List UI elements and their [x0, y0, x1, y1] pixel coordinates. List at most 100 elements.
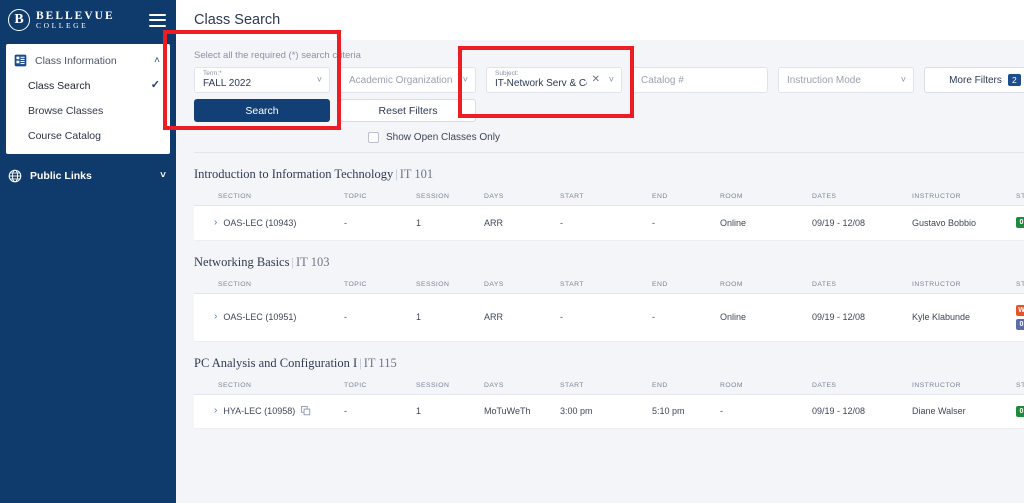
duplicate-meeting-icon[interactable]: [301, 406, 311, 416]
brand-text: BELLEVUE COLLEGE: [36, 10, 115, 30]
cell-room: -: [720, 394, 812, 429]
cell-end: -: [652, 293, 720, 342]
table-header-row: SECTION TOPIC SESSION DAYS START END ROO…: [194, 184, 1024, 206]
sidebar-group-label: Class Information: [35, 54, 117, 67]
course-code: IT 115: [363, 355, 397, 370]
col-dates: DATES: [812, 184, 912, 206]
main-area: Class Search Select all the required (*)…: [176, 0, 1024, 503]
show-open-classes-label[interactable]: Show Open Classes Only: [386, 132, 500, 143]
col-dates: DATES: [812, 372, 912, 395]
cell-start: 3:00 pm: [560, 394, 652, 429]
term-value: FALL 2022: [203, 78, 252, 90]
more-filters-button[interactable]: More Filters 2: [924, 67, 1024, 93]
cell-start: -: [560, 293, 652, 342]
academic-organization-select[interactable]: Academic Organization ˅: [340, 67, 476, 93]
sidebar-public-links-label: Public Links: [30, 170, 92, 182]
cell-days: ARR: [484, 205, 560, 241]
table-header-row: SECTION TOPIC SESSION DAYS START END ROO…: [194, 271, 1024, 294]
bellevue-college-logo: B: [8, 9, 30, 31]
sidebar-item-browse-classes[interactable]: Browse Classes: [6, 98, 170, 123]
col-session: SESSION: [416, 372, 484, 395]
table-row[interactable]: › HYA-LEC (10958) - 1 MoTuWeTh 3:00 pm 5…: [194, 394, 1024, 429]
reset-filters-button[interactable]: Reset Filters: [340, 99, 476, 122]
cell-instructor: Diane Walser: [912, 394, 1016, 429]
search-button[interactable]: Search: [194, 99, 330, 122]
more-filters-count-badge: 2: [1007, 73, 1021, 87]
chevron-down-icon: ˅: [608, 74, 614, 85]
criteria-note: Select all the required (*) search crite…: [194, 50, 361, 61]
academic-organization-placeholder: Academic Organization: [349, 74, 453, 86]
clear-subject-icon[interactable]: ✕: [592, 75, 600, 85]
col-topic: TOPIC: [344, 271, 416, 294]
sidebar-item-class-search[interactable]: Class Search ✓: [6, 73, 170, 98]
table-row[interactable]: › OAS-LEC (10951) - 1 ARR - - Online 09/…: [194, 293, 1024, 342]
col-section: SECTION: [194, 372, 344, 395]
sidebar-item-course-catalog[interactable]: Course Catalog: [6, 123, 170, 148]
instruction-mode-select[interactable]: Instruction Mode ˅: [778, 67, 914, 93]
col-section: SECTION: [194, 271, 344, 294]
sections-table: SECTION TOPIC SESSION DAYS START END ROO…: [194, 271, 1024, 342]
subject-select[interactable]: Subject: IT-Network Serv & Co... ✕ ˅: [486, 67, 622, 93]
action-row: Search Reset Filters: [176, 93, 1024, 122]
col-days: DAYS: [484, 184, 560, 206]
sidebar-item-public-links[interactable]: Public Links ˅: [0, 162, 176, 190]
cell-topic: -: [344, 394, 416, 429]
col-instructor: INSTRUCTOR: [912, 184, 1016, 206]
col-status: STATUS: [1016, 372, 1024, 395]
cell-start: -: [560, 205, 652, 241]
subject-label: Subject:: [495, 69, 519, 77]
cell-topic: -: [344, 293, 416, 342]
instruction-mode-placeholder: Instruction Mode: [787, 74, 861, 86]
col-start: START: [560, 271, 652, 294]
col-session: SESSION: [416, 271, 484, 294]
term-select[interactable]: Term:* FALL 2022 ˅: [194, 67, 330, 93]
cell-session: 1: [416, 293, 484, 342]
cell-session: 1: [416, 205, 484, 241]
hamburger-icon[interactable]: [149, 13, 166, 27]
check-icon: ✓: [150, 79, 160, 91]
expand-row-icon[interactable]: ›: [214, 312, 217, 322]
show-open-classes-checkbox[interactable]: [368, 132, 379, 143]
cell-dates: 09/19 - 12/08: [812, 394, 912, 429]
term-label: Term:*: [203, 69, 222, 77]
section-label: OAS-LEC (10951): [223, 312, 297, 322]
content-area: Select all the required (*) search crite…: [176, 40, 1024, 503]
col-section: SECTION: [194, 184, 344, 206]
course-block: Networking Basics | IT 103 SECTION TOPIC S…: [176, 241, 1024, 342]
cell-days: MoTuWeTh: [484, 394, 560, 429]
col-end: END: [652, 184, 720, 206]
col-status: STATUS: [1016, 184, 1024, 206]
col-dates: DATES: [812, 271, 912, 294]
course-title: Networking Basics | IT 103: [194, 255, 1024, 270]
results-list: Introduction to Information Technology | I…: [176, 153, 1024, 429]
cell-room: Online: [720, 205, 812, 241]
col-instructor: INSTRUCTOR: [912, 372, 1016, 395]
chevron-down-icon: ˅: [900, 74, 906, 85]
sidebar-brand-row: B BELLEVUE COLLEGE: [0, 0, 176, 40]
col-room: ROOM: [720, 271, 812, 294]
chevron-up-icon: ˄: [154, 54, 160, 66]
cell-instructor: Kyle Klabunde: [912, 293, 1016, 342]
table-row[interactable]: › OAS-LEC (10943) - 1 ARR - - Online 09/…: [194, 205, 1024, 241]
status-badge: 0: [1016, 217, 1024, 229]
page-title: Class Search: [194, 12, 281, 28]
chevron-down-icon: ˅: [462, 74, 468, 85]
cell-section: › OAS-LEC (10943): [194, 205, 344, 241]
course-name: Introduction to Information Technology: [194, 167, 394, 181]
course-name: PC Analysis and Configuration I: [194, 355, 358, 370]
cell-instructor: Gustavo Bobbio: [912, 205, 1016, 241]
course-title: PC Analysis and Configuration I | IT 115: [194, 356, 1024, 371]
sidebar-item-label: Browse Classes: [28, 104, 104, 117]
expand-row-icon[interactable]: ›: [214, 217, 217, 228]
more-filters-label: More Filters: [949, 74, 1002, 86]
sections-table: SECTION TOPIC SESSION DAYS START END ROO…: [194, 372, 1024, 430]
cell-status: W 5/5 0 0/30: [1016, 293, 1024, 342]
table-header-row: SECTION TOPIC SESSION DAYS START END ROO…: [194, 372, 1024, 395]
sidebar: B BELLEVUE COLLEGE Class Information ˄ C…: [0, 0, 176, 503]
expand-row-icon[interactable]: ›: [214, 406, 217, 416]
cell-end: 5:10 pm: [652, 394, 720, 429]
topbar: Class Search: [176, 0, 1024, 40]
sidebar-group-class-information[interactable]: Class Information ˄: [6, 48, 170, 73]
catalog-number-placeholder: Catalog #: [641, 74, 684, 86]
catalog-number-input[interactable]: Catalog #: [632, 67, 768, 93]
